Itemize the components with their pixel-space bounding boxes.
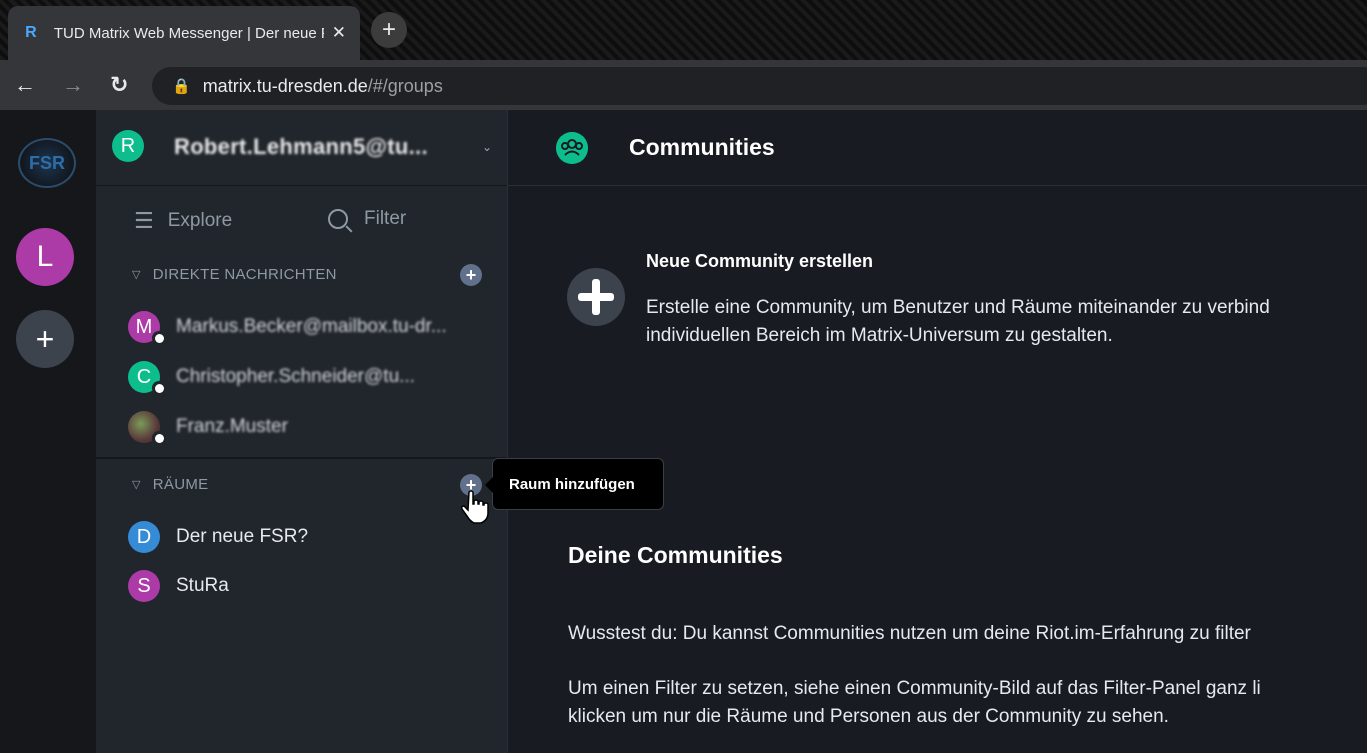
avatar <box>128 411 166 445</box>
dm-name: Markus.Becker@mailbox.tu-dr... <box>176 316 447 337</box>
add-room-tooltip: Raum hinzufügen <box>485 458 664 510</box>
avatar: S <box>128 570 160 602</box>
chevron-down-icon: ▽ <box>132 269 141 281</box>
chevron-down-icon: ▽ <box>132 479 141 491</box>
presence-icon <box>152 381 166 395</box>
filter-input[interactable]: Filter <box>328 208 406 230</box>
room-name: StuRa <box>176 575 229 596</box>
main-header: Communities <box>508 110 1367 186</box>
search-icon <box>328 209 348 229</box>
presence-icon <box>152 331 166 345</box>
create-community-button[interactable]: + <box>16 310 74 368</box>
new-tab-button[interactable]: + <box>371 12 407 48</box>
explore-button[interactable]: ☰ Explore <box>134 208 232 234</box>
rooms-header[interactable]: ▽ RÄUME <box>132 476 208 493</box>
community-avatar-l[interactable]: L <box>16 228 74 286</box>
list-item[interactable]: S StuRa <box>128 569 498 603</box>
user-name: Robert.Lehmann5@tu... <box>174 134 428 159</box>
tip-text: Wusstest du: Du kannst Communities nutze… <box>568 623 1251 644</box>
room-name: Der neue FSR? <box>176 526 309 547</box>
create-community-button[interactable] <box>567 268 625 326</box>
presence-icon <box>152 431 166 445</box>
rooms-label: RÄUME <box>152 476 209 493</box>
avatar: C <box>128 361 166 395</box>
direct-messages-header[interactable]: ▽ DIREKTE NACHRICHTEN <box>132 266 337 283</box>
avatar: D <box>128 521 160 553</box>
list-item[interactable]: M Markus.Becker@mailbox.tu-dr... <box>128 310 498 345</box>
main-content: Communities Neue Community erstellen Ers… <box>507 110 1367 753</box>
avatar: M <box>128 311 166 345</box>
user-avatar: R <box>112 130 144 162</box>
forward-arrow-icon[interactable]: → <box>62 72 84 98</box>
dm-name: Christopher.Schneider@tu... <box>176 366 415 387</box>
communities-icon <box>556 132 588 164</box>
lock-icon[interactable]: 🔒 <box>172 77 191 95</box>
list-item[interactable]: C Christopher.Schneider@tu... <box>128 360 498 395</box>
tab-title: TUD Matrix Web Messenger | Der neue FSR? <box>53 24 324 42</box>
list-item[interactable]: Franz.Muster <box>128 410 498 445</box>
page-title: Communities <box>629 134 775 160</box>
community-rail: FSR L + <box>0 110 96 753</box>
close-tab-icon[interactable]: ✕ <box>332 23 346 43</box>
explore-label: Explore <box>167 210 233 231</box>
url-path: /#/groups <box>367 75 443 96</box>
filter-tip-text: Um einen Filter zu setzen, siehe einen C… <box>568 678 1261 727</box>
create-community-title[interactable]: Neue Community erstellen <box>646 251 873 272</box>
hand-cursor-icon <box>461 490 489 524</box>
direct-messages-label: DIREKTE NACHRICHTEN <box>152 266 337 283</box>
reload-icon[interactable]: ↻ <box>110 72 128 98</box>
fsr-community-avatar[interactable]: FSR <box>18 138 76 188</box>
create-community-description: Erstelle eine Community, um Benutzer und… <box>646 297 1270 346</box>
chevron-down-icon: ⌄ <box>482 140 493 154</box>
add-direct-message-button[interactable]: + <box>460 264 482 286</box>
menu-icon: ☰ <box>134 208 154 233</box>
section-divider <box>96 457 507 459</box>
browser-tab-strip: R TUD Matrix Web Messenger | Der neue FS… <box>0 0 1367 60</box>
back-arrow-icon[interactable]: ← <box>14 72 36 98</box>
dm-name: Franz.Muster <box>176 416 288 437</box>
user-menu[interactable]: R Robert.Lehmann5@tu... ⌄ <box>96 110 507 186</box>
address-bar[interactable]: 🔒 matrix.tu-dresden.de /#/groups <box>152 67 1367 105</box>
riot-favicon-icon: R <box>25 24 37 41</box>
your-communities-heading: Deine Communities <box>568 542 783 568</box>
url-host: matrix.tu-dresden.de <box>202 75 368 96</box>
filter-placeholder: Filter <box>364 208 407 229</box>
browser-toolbar: ← → ↻ 🔒 matrix.tu-dresden.de /#/groups <box>0 60 1367 110</box>
room-list-panel: R Robert.Lehmann5@tu... ⌄ ☰ Explore Filt… <box>96 110 507 753</box>
browser-tab[interactable]: R TUD Matrix Web Messenger | Der neue FS… <box>8 6 360 60</box>
list-item[interactable]: D Der neue FSR? <box>128 520 498 554</box>
